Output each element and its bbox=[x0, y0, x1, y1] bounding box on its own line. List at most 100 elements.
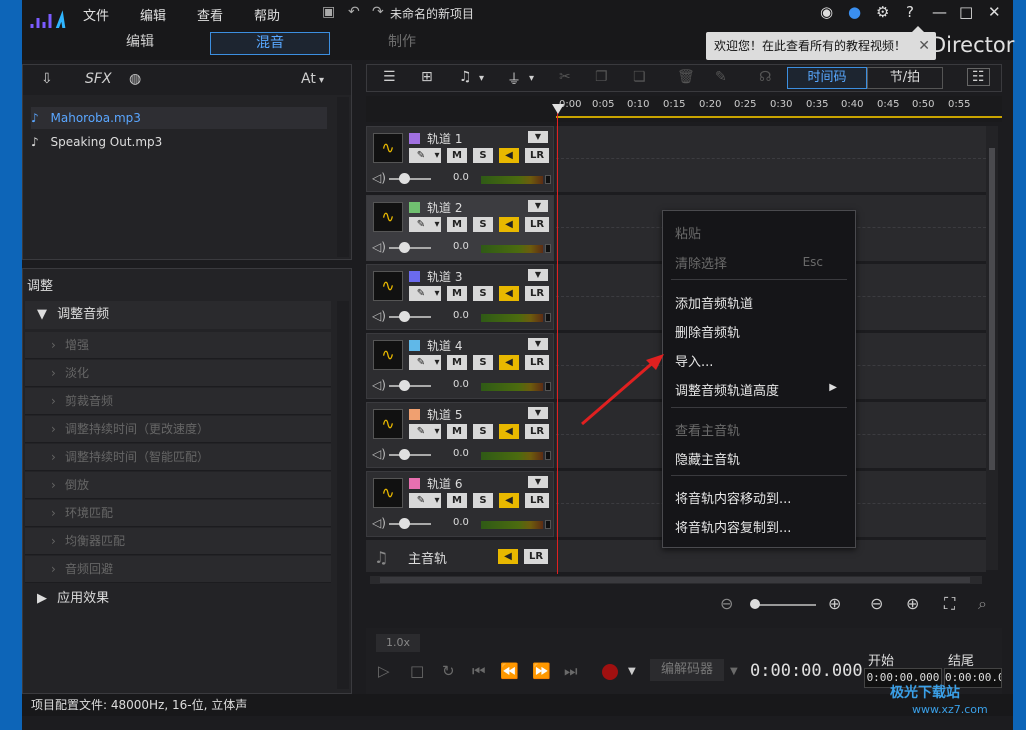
volume-slider[interactable] bbox=[389, 178, 431, 180]
record-arm-icon[interactable]: ✎ bbox=[409, 424, 433, 439]
adjust-row[interactable]: › 淡化 bbox=[25, 360, 331, 387]
solo-button[interactable]: S bbox=[473, 355, 493, 370]
mute-button[interactable]: M bbox=[447, 148, 467, 163]
sort-button[interactable]: At bbox=[301, 71, 316, 87]
record-icon[interactable] bbox=[602, 664, 618, 680]
track-menu-dropdown-icon[interactable]: ▼ bbox=[528, 476, 548, 488]
timecode-mode-button[interactable]: 时间码 bbox=[787, 67, 867, 89]
track-name[interactable]: 轨道 4 bbox=[427, 337, 462, 354]
track-color-swatch[interactable] bbox=[409, 340, 420, 351]
volume-knob[interactable] bbox=[399, 380, 410, 391]
track-name[interactable]: 轨道 3 bbox=[427, 268, 462, 285]
speaker-icon[interactable]: ◀ bbox=[499, 355, 519, 370]
record-dropdown-icon[interactable]: ▾ bbox=[433, 217, 441, 232]
minimize-icon[interactable]: — bbox=[932, 3, 947, 21]
adjust-row[interactable]: › 倒放 bbox=[25, 472, 331, 499]
track-header[interactable]: ∿ 轨道 3 ▼ ✎ ▾ M S ◀ LR ◁) 0.0 bbox=[366, 264, 554, 330]
adjust-row[interactable]: › 音频回避 bbox=[25, 556, 331, 583]
track-header[interactable]: ∿ 轨道 4 ▼ ✎ ▾ M S ◀ LR ◁) 0.0 bbox=[366, 333, 554, 399]
scissors-icon[interactable]: ✂ bbox=[559, 69, 571, 85]
mute-button[interactable]: M bbox=[447, 355, 467, 370]
record-arm-icon[interactable]: ✎ bbox=[409, 493, 433, 508]
record-arm-icon[interactable]: ✎ bbox=[409, 148, 433, 163]
shrink-track-icon[interactable]: ⊖ bbox=[870, 594, 883, 613]
speaker-icon[interactable]: ◀ bbox=[499, 286, 519, 301]
timeline-hscroll[interactable] bbox=[370, 576, 982, 584]
track-header[interactable]: ∿ 轨道 6 ▼ ✎ ▾ M S ◀ LR ◁) 0.0 bbox=[366, 471, 554, 537]
adjust-row[interactable]: › 调整持续时间（智能匹配） bbox=[25, 444, 331, 471]
speaker-icon[interactable]: ◀ bbox=[499, 424, 519, 439]
loop-icon[interactable]: ↻ bbox=[442, 662, 455, 680]
solo-button[interactable]: S bbox=[473, 217, 493, 232]
track-settings-icon[interactable]: ☰ bbox=[383, 69, 396, 85]
lr-button[interactable]: LR bbox=[525, 493, 549, 508]
record-dropdown-icon[interactable]: ▾ bbox=[433, 493, 441, 508]
track-header[interactable]: ∿ 轨道 1 ▼ ✎ ▾ M S ◀ LR ◁) 0.0 bbox=[366, 126, 554, 192]
sort-dropdown-icon[interactable]: ▾ bbox=[319, 75, 324, 86]
record-dropdown-icon[interactable]: ▾ bbox=[433, 355, 441, 370]
track-color-swatch[interactable] bbox=[409, 478, 420, 489]
solo-button[interactable]: S bbox=[473, 424, 493, 439]
track-menu-dropdown-icon[interactable]: ▼ bbox=[528, 269, 548, 281]
solo-button[interactable]: S bbox=[473, 493, 493, 508]
adjust-row[interactable]: › 增强 bbox=[25, 332, 331, 359]
volume-slider[interactable] bbox=[389, 454, 431, 456]
rewind-icon[interactable]: ⏪ bbox=[500, 662, 519, 680]
menu-delete-audio-track[interactable]: 删除音频轨 bbox=[675, 322, 740, 341]
volume-slider[interactable] bbox=[389, 385, 431, 387]
add-track-icon[interactable]: ⊞ bbox=[421, 69, 433, 85]
track-color-swatch[interactable] bbox=[409, 409, 420, 420]
track-color-swatch[interactable] bbox=[409, 133, 420, 144]
listen-icon[interactable]: ☊ bbox=[759, 69, 771, 85]
adjust-row[interactable]: › 环境匹配 bbox=[25, 500, 331, 527]
help-icon[interactable]: ? bbox=[906, 3, 914, 21]
menu-edit[interactable]: 编辑 bbox=[140, 5, 166, 24]
zoom-window-icon[interactable]: ⌕ bbox=[978, 594, 987, 614]
close-icon[interactable]: ✕ bbox=[988, 3, 1001, 21]
lr-button[interactable]: LR bbox=[525, 355, 549, 370]
library-scrollbar[interactable] bbox=[337, 97, 349, 257]
menu-clear-selection[interactable]: 清除选择 bbox=[675, 253, 727, 272]
record-arm-icon[interactable]: ✎ bbox=[409, 286, 433, 301]
menu-paste[interactable]: 粘贴 bbox=[675, 223, 701, 242]
mic-icon[interactable]: ⏚ bbox=[507, 69, 521, 89]
undo-icon[interactable]: ↶ bbox=[348, 4, 360, 20]
copy-icon[interactable]: ❐ bbox=[595, 69, 608, 85]
timeline-ruler[interactable]: 0:00 0:05 0:10 0:15 0:20 0:25 0:30 0:35 … bbox=[366, 96, 1002, 122]
volume-knob[interactable] bbox=[399, 518, 410, 529]
fit-view-icon[interactable]: ⛶ bbox=[944, 594, 955, 614]
dropdown-icon[interactable]: ▾ bbox=[479, 73, 484, 84]
volume-slider[interactable] bbox=[389, 316, 431, 318]
tooltip-close-icon[interactable]: ✕ bbox=[918, 32, 930, 60]
notification-icon[interactable]: ● bbox=[848, 3, 861, 21]
tab-produce[interactable]: 制作 bbox=[372, 32, 432, 55]
adjust-row[interactable]: › 剪裁音频 bbox=[25, 388, 331, 415]
lr-button[interactable]: LR bbox=[525, 148, 549, 163]
menu-move-track-content[interactable]: 将音轨内容移动到... bbox=[675, 488, 791, 507]
adjust-audio-section[interactable]: ▼ 调整音频 bbox=[25, 301, 331, 329]
trash-icon[interactable]: 🗑 bbox=[677, 69, 695, 85]
zoom-out-icon[interactable]: ⊖ bbox=[720, 594, 733, 613]
menu-import[interactable]: 导入... bbox=[675, 351, 713, 370]
library-item[interactable]: ♪ Speaking Out.mp3 bbox=[31, 131, 327, 153]
save-icon[interactable]: ▣ bbox=[322, 4, 335, 20]
record-dropdown-icon[interactable]: ▾ bbox=[433, 286, 441, 301]
volume-slider[interactable] bbox=[389, 247, 431, 249]
record-dropdown-icon[interactable]: ▾ bbox=[433, 148, 441, 163]
paste-icon[interactable]: ❏ bbox=[633, 69, 646, 85]
volume-knob[interactable] bbox=[399, 242, 410, 253]
track-name[interactable]: 轨道 6 bbox=[427, 475, 462, 492]
solo-button[interactable]: S bbox=[473, 148, 493, 163]
volume-knob[interactable] bbox=[399, 449, 410, 460]
volume-slider[interactable] bbox=[389, 523, 431, 525]
track-lane[interactable] bbox=[556, 126, 986, 192]
tutorial-tooltip[interactable]: 欢迎您！在此查看所有的教程视频！ ✕ bbox=[706, 26, 936, 60]
speaker-icon[interactable]: ◀ bbox=[499, 217, 519, 232]
menu-copy-track-content[interactable]: 将音轨内容复制到... bbox=[675, 517, 791, 536]
record-dropdown-icon[interactable]: ▾ bbox=[433, 424, 441, 439]
tab-mix[interactable]: 混音 bbox=[210, 32, 330, 55]
sfx-button[interactable]: SFX bbox=[85, 71, 112, 87]
tab-edit[interactable]: 编辑 bbox=[110, 32, 170, 55]
zoom-knob[interactable] bbox=[750, 599, 760, 609]
track-menu-dropdown-icon[interactable]: ▼ bbox=[528, 338, 548, 350]
